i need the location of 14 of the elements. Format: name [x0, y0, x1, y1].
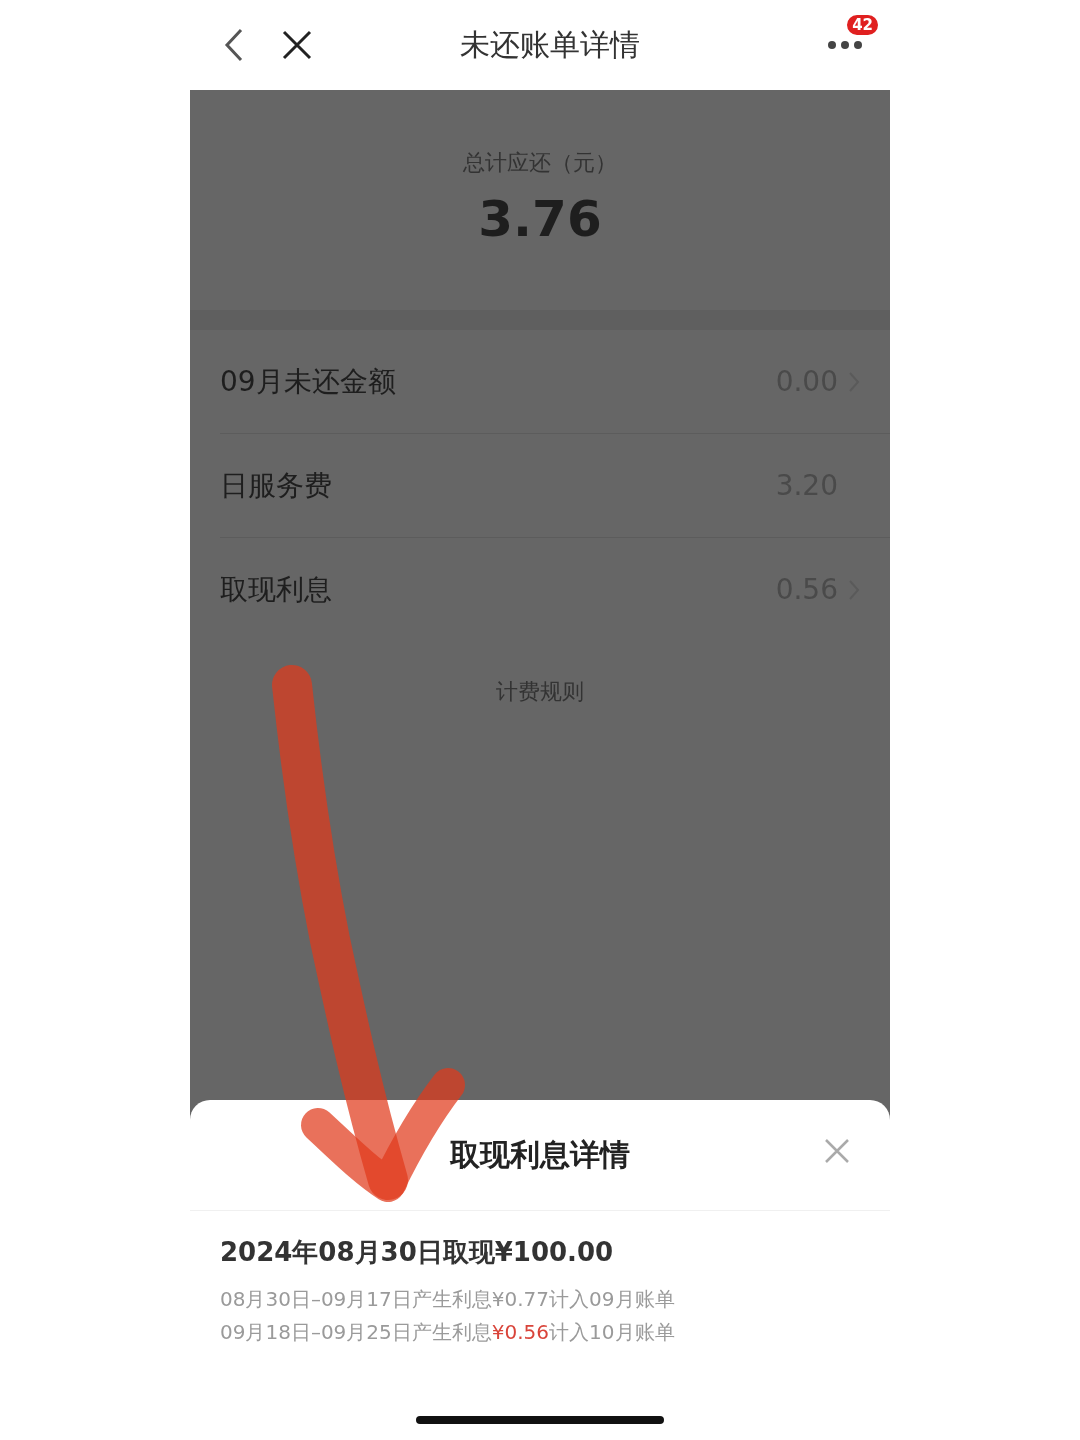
page-title: 未还账单详情	[459, 25, 641, 64]
back-icon	[224, 28, 244, 62]
sheet-title: 取现利息详情	[450, 1135, 630, 1174]
withdrawal-title: 2024年08月30日取现¥100.00	[220, 1236, 615, 1269]
row-label: 09月未还金额	[220, 363, 397, 400]
interest-line: 08月30日–09月17日产生利息¥0.77计入09月账单	[220, 1286, 676, 1313]
notification-badge: 42	[845, 13, 880, 37]
close-icon	[824, 1138, 850, 1164]
interest-line: 09月18日–09月25日产生利息¥0.56计入10月账单	[220, 1319, 676, 1346]
row-label: 日服务费	[220, 467, 333, 504]
total-amount: 3.76	[478, 190, 602, 248]
row-label: 取现利息	[220, 571, 333, 608]
close-icon	[282, 30, 312, 60]
more-icon	[828, 41, 862, 49]
